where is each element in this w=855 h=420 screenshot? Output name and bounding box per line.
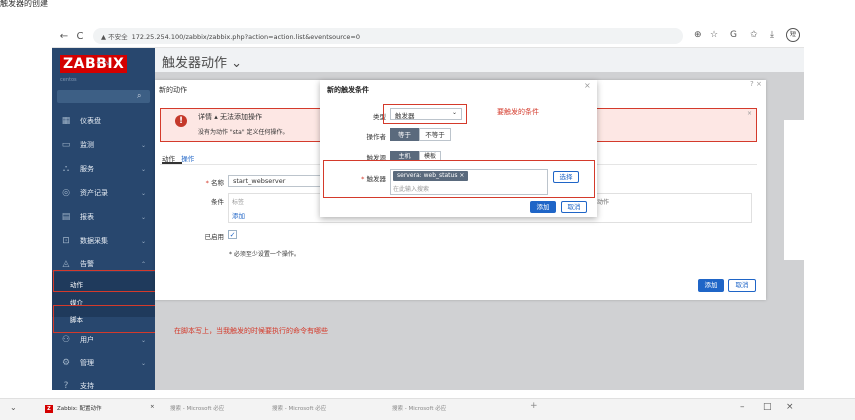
new-tab-button[interactable]: + (530, 401, 538, 411)
server-name: centos (60, 77, 77, 83)
search-icon[interactable]: ⌕ (137, 91, 141, 101)
sidebar-item-data-collection[interactable]: ⊡ 数据采集 ⌄ (58, 232, 150, 250)
browser-tab-search-3[interactable]: 搜索 - Microsoft 必应 (392, 404, 446, 412)
operator-equals[interactable]: 等于 (390, 128, 419, 141)
data-collection-icon: ⊡ (62, 236, 70, 246)
close-icon[interactable]: × (756, 80, 762, 88)
conditions-action-header: 动作 (597, 199, 610, 206)
close-icon[interactable]: × (584, 81, 591, 90)
enabled-checkbox[interactable]: ✓ (228, 230, 237, 239)
sidebar-item-support[interactable]: ? 支持 (58, 381, 150, 391)
zabbix-favicon: Z (45, 405, 53, 413)
required-note: * 必须至少设置一个操作。 (229, 251, 300, 258)
services-icon: ⛬ (62, 164, 70, 174)
cancel-button[interactable]: 取消 (728, 279, 756, 292)
name-input[interactable]: start_webserver (228, 175, 328, 187)
reload-icon[interactable]: C (74, 31, 86, 42)
sidebar-item-services[interactable]: ⛬ 服务 ⌄ (58, 160, 150, 178)
annotation-box-trigger (323, 160, 595, 198)
inventory-icon: ◎ (62, 188, 70, 198)
page-title[interactable]: 触发器动作 ⌄ (162, 52, 242, 71)
condition-cancel-button[interactable]: 取消 (561, 201, 587, 213)
enabled-label: 已启用 (204, 233, 225, 241)
condition-add-button[interactable]: 添加 (530, 201, 556, 213)
browser-tab-search-1[interactable]: 搜索 - Microsoft 必应 (170, 404, 224, 412)
chevron-down-icon: ⌄ (140, 336, 146, 344)
operator-label: 操作者 (366, 133, 387, 141)
sidebar-item-monitoring[interactable]: ▭ 监测 ⌄ (58, 136, 150, 154)
conditions-column-header: 标签 (232, 199, 245, 206)
annotation-box-scripts (53, 305, 157, 333)
download-icon[interactable]: ⤓ (770, 30, 774, 40)
tab-list-icon[interactable]: ⌄ (10, 403, 17, 412)
reports-icon: ▤ (61, 212, 71, 222)
profile-avatar[interactable]: 短 (786, 28, 800, 42)
annotation-box-actions (53, 270, 157, 292)
gear-icon: ⚙ (61, 358, 71, 368)
operator-not-equals[interactable]: 不等于 (419, 128, 451, 141)
conditions-label: 条件 (211, 198, 224, 206)
minimize-icon[interactable]: – (740, 402, 745, 412)
chevron-down-icon: ⌄ (140, 359, 146, 367)
annotation-box-type (383, 104, 467, 124)
monitor-icon: ▭ (61, 140, 71, 150)
dialog-title: 新的动作 (159, 86, 187, 94)
annotation-trigger-condition: 要触发的条件 (497, 108, 539, 116)
add-button[interactable]: 添加 (698, 279, 724, 292)
chevron-up-icon: ⌃ (140, 260, 146, 268)
chevron-down-icon: ⌄ (140, 165, 146, 173)
browser-tab-search-2[interactable]: 搜索 - Microsoft 必应 (272, 404, 326, 412)
add-condition-link[interactable]: 添加 (232, 210, 245, 220)
error-icon: ! (175, 115, 187, 127)
sidebar-item-reports[interactable]: ▤ 报表 ⌄ (58, 208, 150, 226)
sidebar-item-administration[interactable]: ⚙ 管理 ⌄ (58, 354, 150, 372)
zabbix-logo: ZABBIX (60, 55, 128, 73)
sidebar-item-inventory[interactable]: ◎ 资产记录 ⌄ (58, 184, 150, 202)
chevron-down-icon: ⌄ (140, 237, 146, 245)
bell-icon: ◬ (62, 259, 70, 269)
chevron-down-icon: ⌄ (140, 213, 146, 221)
error-title[interactable]: 详情 ▴ 无法添加操作 (198, 112, 262, 122)
star-icon[interactable]: ☆ (710, 30, 718, 40)
chevron-down-icon: ⌄ (140, 141, 146, 149)
url-text: 172.25.254.100/zabbix/zabbix.php?action=… (131, 33, 360, 41)
dialog-controls[interactable]: ? × (750, 80, 762, 88)
favorites-icon[interactable]: ✩ (750, 30, 758, 40)
maximize-icon[interactable]: □ (763, 402, 772, 412)
collapse-sidebar-icon[interactable]: « ↘ (96, 58, 110, 67)
kiosk-icon[interactable]: ↘ (103, 58, 110, 67)
background-panel (784, 120, 804, 260)
close-icon[interactable]: × (150, 404, 155, 410)
not-secure-label: ▲ 不安全 (101, 33, 128, 41)
help-icon[interactable]: ? (750, 80, 754, 88)
zoom-icon[interactable]: ⊕ (694, 30, 702, 40)
annotation-script-note: 在脚本写上，当我触发的时候要执行的命令有哪些 (174, 327, 328, 335)
browser-tab-zabbix[interactable]: Zabbix: 配置动作 (57, 404, 102, 412)
condition-dialog-title: 新的触发条件 (327, 86, 369, 94)
top-caption: 触发器的创建 (0, 0, 48, 8)
help-icon: ? (63, 381, 69, 391)
tab-operations[interactable]: 操作 (181, 155, 194, 163)
sidebar-item-dashboard[interactable]: ▦ 仪表盘 (58, 112, 150, 130)
back-icon[interactable]: ← (58, 31, 70, 42)
window-close-icon[interactable]: × (786, 402, 794, 412)
close-icon[interactable]: × (747, 110, 752, 117)
sidebar-item-users[interactable]: ⚇ 用户 ⌄ (58, 331, 150, 349)
extension-icon[interactable]: G (730, 30, 737, 40)
name-label: * 名称 (205, 179, 224, 187)
type-label: 类型 (373, 113, 386, 121)
address-bar[interactable]: ▲ 不安全 172.25.254.100/zabbix/zabbix.php?ac… (93, 28, 683, 44)
users-icon: ⚇ (61, 335, 71, 345)
chevron-down-icon: ⌄ (140, 189, 146, 197)
error-detail: 没有为动作 "sta" 定义任何操作。 (198, 129, 289, 136)
dashboard-icon: ▦ (61, 116, 71, 126)
